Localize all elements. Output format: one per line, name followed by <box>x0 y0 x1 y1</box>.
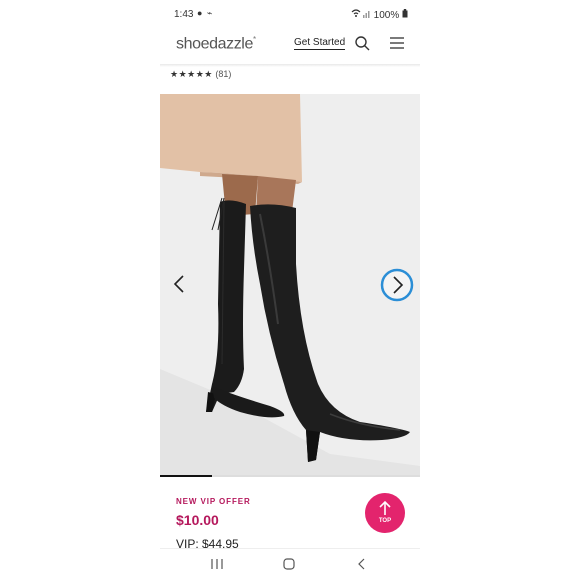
wifi-signal-icon <box>351 9 370 18</box>
carousel-progress-track <box>160 475 420 477</box>
review-count: (81) <box>215 69 232 79</box>
vip-offer-label: NEW VIP OFFER <box>176 497 251 506</box>
status-bar: 1:43 ● ⌁ 100% <box>160 6 420 24</box>
battery-percent: 100% <box>373 10 400 21</box>
next-image-arrow-icon[interactable] <box>380 268 414 302</box>
back-to-top-button[interactable]: TOP <box>365 493 405 533</box>
notification-icons: ● ⌁ <box>197 8 214 18</box>
header-divider <box>160 64 420 67</box>
site-header: shoedazzle* Get Started <box>160 28 420 64</box>
recent-apps-icon[interactable] <box>210 558 224 570</box>
back-to-top-label: TOP <box>378 518 392 524</box>
previous-image-arrow-icon[interactable] <box>168 272 192 296</box>
get-started-link[interactable]: Get Started <box>294 37 346 50</box>
home-icon[interactable] <box>283 558 295 570</box>
hamburger-menu-icon[interactable] <box>389 36 405 50</box>
product-image-carousel[interactable] <box>160 94 420 476</box>
star-rating-icon: ★★★★★ <box>170 69 213 79</box>
product-rating[interactable]: ★★★★★ (81) <box>170 69 231 80</box>
status-right: 100% <box>351 9 408 21</box>
android-navigation-bar <box>160 548 420 580</box>
phone-screen: 1:43 ● ⌁ 100% shoedazzle* Get Started ★★… <box>160 0 420 580</box>
battery-icon <box>402 9 408 18</box>
back-icon[interactable] <box>357 558 367 570</box>
carousel-progress-fill <box>160 475 212 477</box>
offer-price: $10.00 <box>176 512 219 528</box>
search-icon[interactable] <box>354 35 370 51</box>
status-time: 1:43 <box>174 9 194 20</box>
logo-mark: * <box>252 35 256 44</box>
arrow-up-icon <box>379 500 391 515</box>
shoedazzle-logo[interactable]: shoedazzle* <box>176 35 256 53</box>
